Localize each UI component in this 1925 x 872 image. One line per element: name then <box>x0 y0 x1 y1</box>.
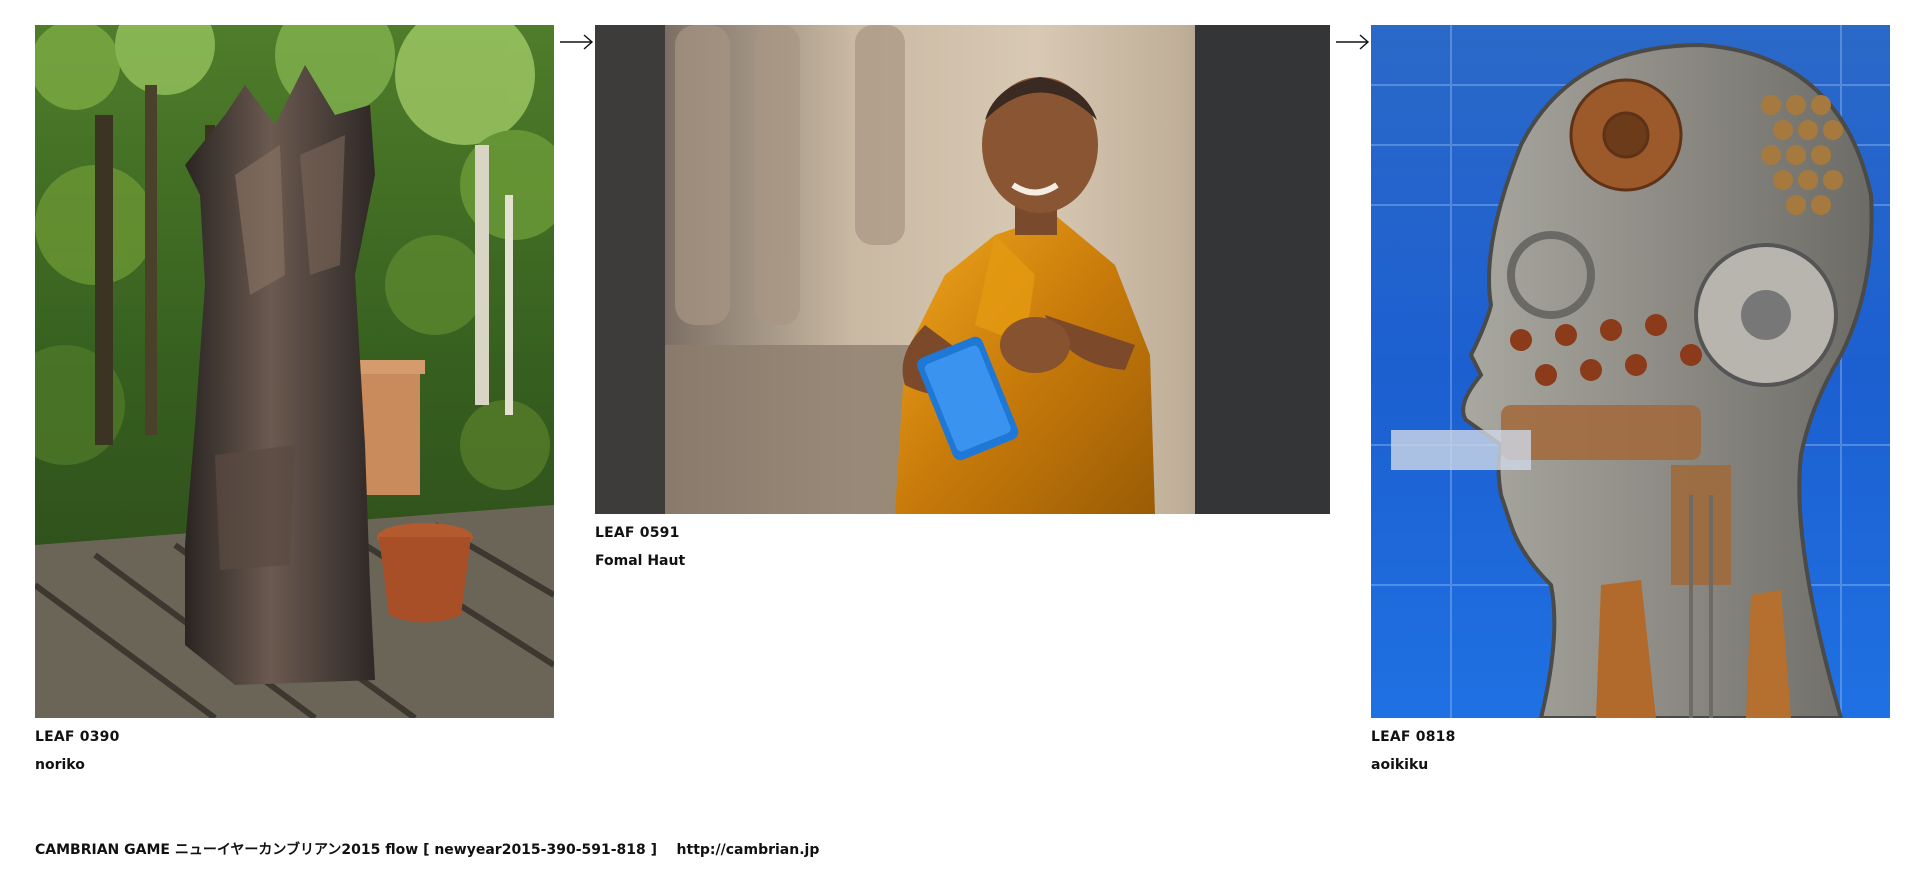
leaf-author[interactable]: Fomal Haut <box>595 553 685 569</box>
leaf-author[interactable]: noriko <box>35 757 85 773</box>
footer-link[interactable]: http://cambrian.jp <box>677 842 820 858</box>
leaf-id[interactable]: LEAF 0591 <box>595 525 680 541</box>
footer-spacer <box>657 842 677 858</box>
right-arrow-icon <box>1336 34 1370 50</box>
leaf-author[interactable]: aoikiku <box>1371 757 1428 773</box>
leaf-0818-photo[interactable] <box>1371 25 1890 718</box>
footer-title: CAMBRIAN GAME ニューイヤーカンブリアン2015 flow [ ne… <box>35 842 658 858</box>
leaf-0591-photo[interactable] <box>595 25 1330 514</box>
right-arrow-icon <box>560 34 594 50</box>
footer: CAMBRIAN GAME ニューイヤーカンブリアン2015 flow [ ne… <box>35 839 819 859</box>
leaf-id[interactable]: LEAF 0818 <box>1371 729 1456 745</box>
leaf-0390-photo[interactable] <box>35 25 554 718</box>
leaf-id[interactable]: LEAF 0390 <box>35 729 120 745</box>
